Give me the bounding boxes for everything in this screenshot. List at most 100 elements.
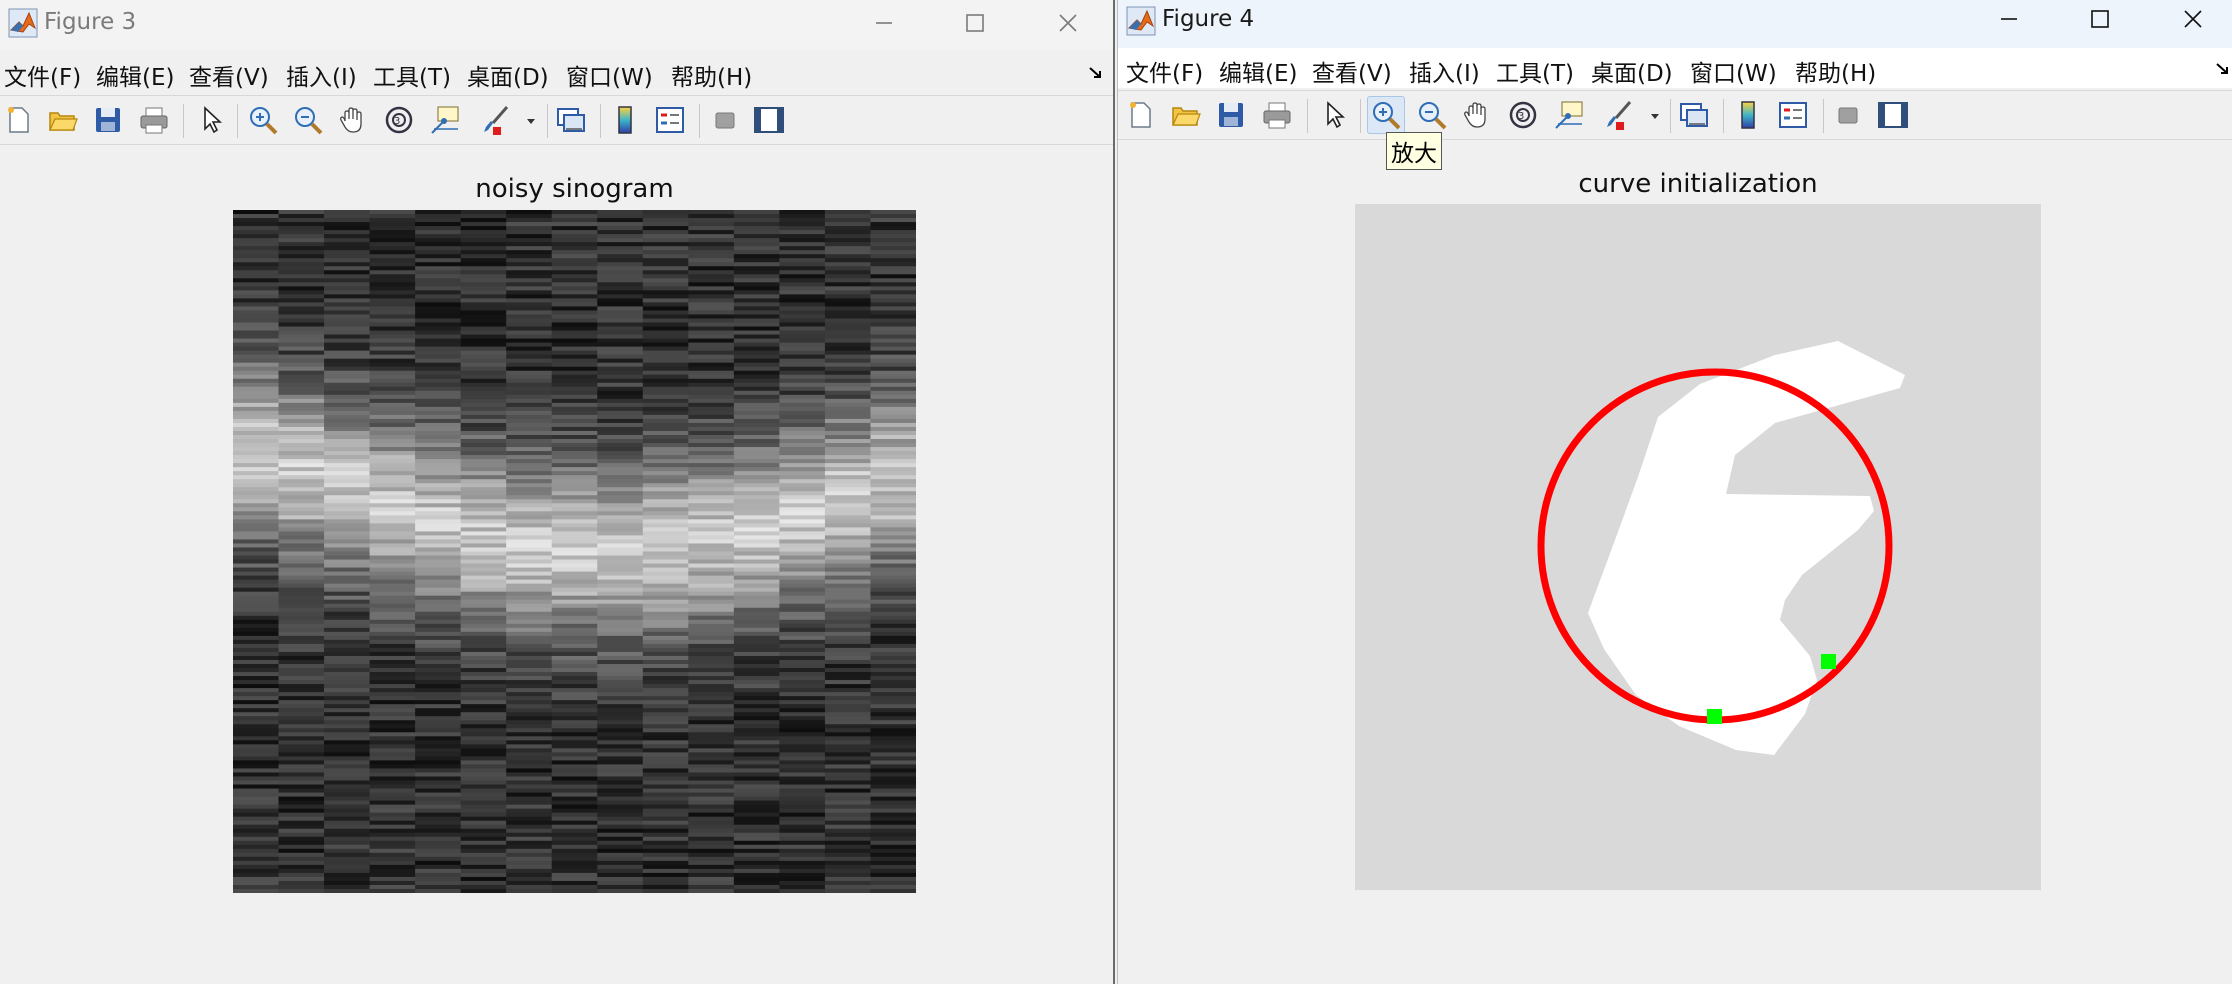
print-button[interactable] [1258, 96, 1296, 134]
chevron-down-icon[interactable] [1650, 111, 1660, 121]
rotate-3d-button[interactable]: 3 [380, 101, 418, 139]
zoom-out-button[interactable] [289, 101, 327, 139]
hide-plot-tools-button[interactable] [1829, 96, 1867, 134]
control-point-marker[interactable] [1707, 709, 1722, 724]
menu-view[interactable]: 查看(V) [1312, 54, 1392, 88]
title-bar[interactable]: Figure 4 [1118, 0, 2232, 50]
pointer-icon [1327, 101, 1346, 129]
new-figure-button[interactable] [0, 101, 38, 139]
hide-plot-tools-button[interactable] [706, 101, 744, 139]
save-button[interactable] [89, 101, 127, 139]
close-button[interactable] [1035, 0, 1101, 46]
open-file-button[interactable] [44, 101, 82, 139]
menu-tools[interactable]: 工具(T) [373, 58, 451, 92]
dock-arrow-icon[interactable] [2214, 60, 2232, 78]
pan-button[interactable] [334, 101, 372, 139]
brush-button[interactable] [477, 101, 515, 139]
menu-view[interactable]: 查看(V) [189, 58, 269, 92]
open-file-button[interactable] [1167, 96, 1205, 134]
svg-text:3: 3 [1518, 111, 1524, 122]
legend-button[interactable] [651, 101, 689, 139]
print-icon [1263, 102, 1291, 129]
show-plot-tools-button[interactable] [750, 101, 788, 139]
open-file-icon [1172, 107, 1201, 126]
link-plot-icon [557, 108, 585, 132]
menu-help[interactable]: 帮助(H) [1795, 54, 1876, 88]
minimize-button[interactable] [851, 0, 917, 46]
toolbar: 3 [1118, 90, 2232, 140]
menu-desktop[interactable]: 桌面(D) [467, 58, 549, 92]
menu-file[interactable]: 文件(F) [1126, 54, 1203, 88]
menu-help[interactable]: 帮助(H) [671, 58, 752, 92]
dock-arrow-icon[interactable] [1087, 64, 1105, 82]
menu-window[interactable]: 窗口(W) [566, 58, 653, 92]
colorbar-button[interactable] [606, 101, 644, 139]
window-title: Figure 4 [1162, 6, 1255, 32]
new-figure-button[interactable] [1122, 96, 1160, 134]
minimize-icon [876, 22, 892, 24]
zoom-in-button[interactable] [244, 101, 282, 139]
legend-icon [1779, 102, 1807, 128]
toolbar-separator [1723, 99, 1724, 133]
sinogram-image[interactable] [233, 210, 916, 893]
toolbar-separator [237, 104, 238, 138]
zoom-out-icon [1419, 102, 1447, 130]
toolbar-separator [547, 104, 548, 138]
menu-edit[interactable]: 编辑(E) [96, 58, 174, 92]
toolbar-separator [1360, 99, 1361, 133]
minimize-button[interactable] [1976, 0, 2042, 42]
figure-4-window: Figure 4 文件(F) 编辑(E) 查看(V) 插入(I) 工具(T) 桌… [1117, 0, 2232, 984]
rotate-3d-icon: 3 [1509, 101, 1537, 129]
brush-icon [1607, 101, 1632, 130]
maximize-button[interactable] [2067, 0, 2133, 42]
colorbar-button[interactable] [1729, 96, 1767, 134]
colorbar-icon [1741, 101, 1755, 129]
print-button[interactable] [135, 101, 173, 139]
control-point-marker[interactable] [1821, 654, 1836, 669]
pan-button[interactable] [1458, 96, 1496, 134]
title-bar[interactable]: Figure 3 [0, 0, 1113, 50]
brush-button[interactable] [1600, 96, 1638, 134]
menu-tools[interactable]: 工具(T) [1496, 54, 1574, 88]
pointer-button[interactable] [1315, 96, 1353, 134]
data-cursor-button[interactable] [1550, 96, 1588, 134]
save-button[interactable] [1212, 96, 1250, 134]
open-file-icon [49, 112, 78, 131]
maximize-icon [966, 14, 984, 32]
window-title: Figure 3 [44, 9, 137, 35]
zoom-out-icon [295, 107, 323, 135]
pan-hand-icon [340, 107, 362, 133]
menu-desktop[interactable]: 桌面(D) [1591, 54, 1673, 88]
matlab-icon [8, 8, 38, 38]
zoom-out-button[interactable] [1413, 96, 1451, 134]
menu-insert[interactable]: 插入(I) [286, 58, 357, 92]
zoom-in-icon [250, 107, 278, 135]
menu-file[interactable]: 文件(F) [4, 58, 81, 92]
data-cursor-icon [1555, 101, 1583, 129]
print-icon [140, 107, 168, 134]
chevron-down-icon[interactable] [526, 116, 536, 126]
menu-window[interactable]: 窗口(W) [1690, 54, 1777, 88]
legend-button[interactable] [1774, 96, 1812, 134]
hide-plot-tools-icon [1838, 107, 1858, 124]
maximize-button[interactable] [942, 0, 1008, 46]
zoom-in-tooltip: 放大 [1386, 132, 1442, 170]
rotate-3d-button[interactable]: 3 [1504, 96, 1542, 134]
close-button[interactable] [2160, 0, 2226, 42]
save-icon [96, 108, 120, 132]
show-plot-tools-button[interactable] [1874, 96, 1912, 134]
pan-hand-icon [1464, 102, 1486, 128]
menu-edit[interactable]: 编辑(E) [1219, 54, 1297, 88]
zoom-in-button[interactable] [1367, 96, 1405, 134]
data-cursor-button[interactable] [426, 101, 464, 139]
toolbar-separator [1670, 99, 1671, 133]
maximize-icon [2091, 10, 2109, 28]
pointer-button[interactable] [192, 101, 230, 139]
hide-plot-tools-icon [715, 112, 735, 129]
close-icon [1059, 14, 1077, 32]
link-plot-button[interactable] [552, 101, 590, 139]
link-plot-button[interactable] [1675, 96, 1713, 134]
toolbar-separator [183, 104, 184, 138]
menu-insert[interactable]: 插入(I) [1409, 54, 1480, 88]
curve-axes[interactable] [1355, 204, 2041, 890]
